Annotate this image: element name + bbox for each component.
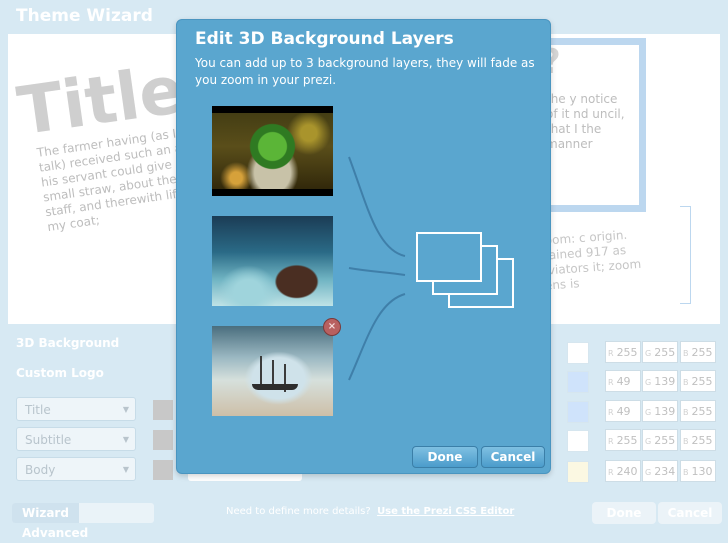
rgb-value: 255: [691, 346, 713, 359]
rgb-channel-label: B: [683, 378, 689, 387]
rgb-color-swatch[interactable]: [567, 401, 589, 423]
label-custom-logo: Custom Logo: [16, 366, 104, 380]
label-3d-background: 3D Background: [16, 336, 120, 350]
layers-stack-icon: [416, 232, 514, 308]
rgb-input-b[interactable]: B 255: [680, 429, 716, 451]
ship-hull-illustration: [252, 384, 298, 390]
rgb-channel-label: G: [645, 437, 652, 446]
connector-line-3: [348, 293, 406, 381]
style-select-subtitle[interactable]: Subtitle ▼: [16, 427, 136, 451]
rgb-value: 255: [654, 346, 676, 359]
style-select-title[interactable]: Title ▼: [16, 397, 136, 421]
rgb-input-b[interactable]: B 255: [680, 341, 716, 363]
style-select-label: Subtitle: [25, 433, 72, 447]
style-select-label: Body: [25, 463, 56, 477]
rgb-input-g[interactable]: G 139: [642, 370, 678, 392]
rgb-color-swatch[interactable]: [567, 342, 589, 364]
rgb-channel-label: B: [683, 468, 689, 477]
rgb-value: 49: [616, 405, 631, 418]
rgb-channel-label: G: [645, 408, 652, 417]
rgb-channel-label: G: [645, 378, 652, 387]
tab-advanced[interactable]: Advanced: [12, 523, 98, 543]
rgb-color-swatch[interactable]: [567, 430, 589, 452]
rgb-channel-label: G: [645, 468, 652, 477]
rgb-input-g[interactable]: G 139: [642, 400, 678, 422]
background-layer-1-thumbnail[interactable]: [212, 106, 333, 196]
rgb-channel-label: R: [608, 408, 614, 417]
color-swatch-subtitle[interactable]: [153, 430, 173, 450]
rgb-value: 255: [691, 405, 713, 418]
rgb-input-b[interactable]: B 255: [680, 370, 716, 392]
rgb-channel-label: G: [645, 349, 652, 358]
color-swatch-body[interactable]: [153, 460, 173, 480]
dialog-cancel-button[interactable]: Cancel: [481, 446, 545, 468]
rgb-value: 234: [654, 465, 676, 478]
rgb-value: 255: [616, 434, 638, 447]
rgb-input-r[interactable]: R 49: [605, 400, 641, 422]
wizard-done-button[interactable]: Done: [592, 502, 656, 524]
rgb-value: 49: [616, 375, 631, 388]
connector-line-1: [348, 156, 406, 257]
dialog-done-button[interactable]: Done: [412, 446, 478, 468]
rgb-input-r[interactable]: R 49: [605, 370, 641, 392]
background-layer-2-thumbnail[interactable]: [212, 216, 333, 306]
ship-in-bottle-illustration: [260, 356, 262, 384]
rgb-channel-label: B: [683, 349, 689, 358]
css-editor-hint: Need to define more details? Use the Pre…: [226, 506, 514, 517]
rgb-channel-label: R: [608, 468, 614, 477]
preview-bracket-text: zoom: c origin. Gained 917 as aviators i…: [538, 227, 642, 293]
app-title: Theme Wizard: [16, 6, 153, 26]
rgb-value: 255: [691, 434, 713, 447]
chevron-down-icon: ▼: [122, 435, 129, 444]
style-select-body[interactable]: Body ▼: [16, 457, 136, 481]
edit-background-dialog: Edit 3D Background Layers You can add up…: [176, 19, 551, 474]
rgb-value: 255: [616, 346, 638, 359]
rgb-channel-label: B: [683, 437, 689, 446]
rgb-channel-label: B: [683, 408, 689, 417]
rgb-value: 255: [654, 434, 676, 447]
preview-frame-text: the y notice of it nd uncil, that I the …: [546, 92, 625, 151]
color-swatch-title[interactable]: [153, 400, 173, 420]
rgb-value: 139: [654, 405, 676, 418]
background-layer-3-thumbnail[interactable]: [212, 326, 333, 416]
rgb-channel-label: R: [608, 437, 614, 446]
mode-tabs: WizardAdvanced: [12, 503, 154, 540]
style-select-label: Title: [25, 403, 51, 417]
chevron-down-icon: ▼: [122, 405, 129, 414]
rgb-input-b[interactable]: B 130: [680, 460, 716, 482]
rgb-channel-label: R: [608, 349, 614, 358]
rgb-input-g[interactable]: G 255: [642, 429, 678, 451]
chevron-down-icon: ▼: [122, 465, 129, 474]
wizard-cancel-button[interactable]: Cancel: [658, 502, 722, 524]
css-editor-link[interactable]: Use the Prezi CSS Editor: [377, 506, 514, 517]
hint-text: Need to define more details?: [226, 506, 371, 517]
rgb-color-swatch[interactable]: [567, 461, 589, 483]
remove-layer-close-icon[interactable]: ×: [323, 318, 341, 336]
connector-line-2: [348, 267, 406, 276]
rgb-value: 130: [691, 465, 713, 478]
rgb-input-r[interactable]: R 255: [605, 429, 641, 451]
rgb-channel-label: R: [608, 378, 614, 387]
rgb-color-swatch[interactable]: [567, 371, 589, 393]
rgb-input-b[interactable]: B 255: [680, 400, 716, 422]
rgb-value: 240: [616, 465, 638, 478]
preview-bracket: [680, 206, 691, 304]
rgb-value: 139: [654, 375, 676, 388]
rgb-input-r[interactable]: R 240: [605, 460, 641, 482]
rgb-value: 255: [691, 375, 713, 388]
rgb-input-r[interactable]: R 255: [605, 341, 641, 363]
tab-wizard[interactable]: Wizard: [12, 503, 79, 523]
rgb-input-g[interactable]: G 255: [642, 341, 678, 363]
rgb-input-g[interactable]: G 234: [642, 460, 678, 482]
